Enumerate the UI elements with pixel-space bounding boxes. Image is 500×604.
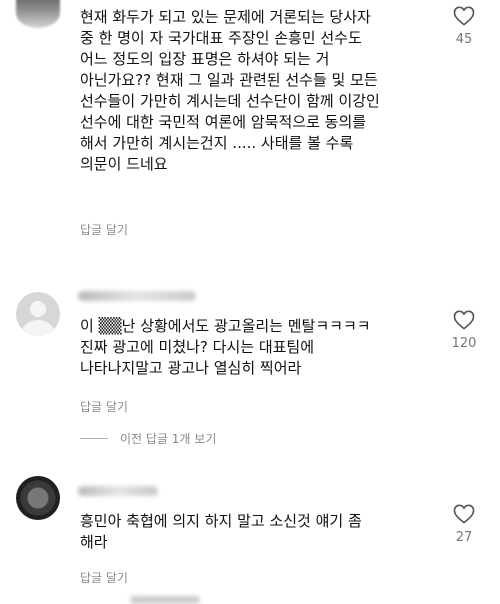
next-username-blurred bbox=[130, 596, 200, 604]
like-count: 27 bbox=[455, 530, 473, 545]
like-count: 45 bbox=[455, 32, 473, 47]
like-group: 120 bbox=[442, 310, 486, 351]
comment-text: 이 ▒▒난 상황에서도 광고올리는 멘탈ㅋㅋㅋㅋ 진짜 광고에 미쳤나? 다시는… bbox=[80, 317, 371, 377]
avatar-head-shape bbox=[30, 301, 46, 317]
reply-button[interactable]: 답글 달기 bbox=[80, 398, 128, 415]
reply-button[interactable]: 답글 달기 bbox=[80, 221, 128, 238]
heart-outline-icon[interactable] bbox=[453, 504, 475, 524]
like-group: 45 bbox=[442, 6, 486, 47]
view-previous-replies-button[interactable]: 이전 답글 1개 보기 bbox=[80, 430, 216, 446]
view-previous-replies-label: 이전 답글 1개 보기 bbox=[120, 431, 217, 446]
comment-text: 흥민아 축협에 의지 하지 말고 소신것 얘기 좀 해라 bbox=[80, 512, 362, 551]
avatar[interactable] bbox=[16, 0, 60, 28]
reply-button[interactable]: 답글 달기 bbox=[80, 569, 128, 586]
like-group: 27 bbox=[442, 504, 486, 545]
heart-outline-icon[interactable] bbox=[453, 310, 475, 330]
username-blurred[interactable] bbox=[78, 291, 196, 301]
comment-text: 현재 화두가 되고 있는 문제에 거론되는 당사자 중 한 명이 자 국가대표 … bbox=[80, 8, 380, 173]
avatar[interactable] bbox=[16, 476, 60, 520]
avatar[interactable] bbox=[16, 292, 60, 336]
like-count: 120 bbox=[451, 336, 477, 351]
username-blurred[interactable] bbox=[78, 486, 158, 496]
divider-line bbox=[80, 437, 108, 439]
heart-outline-icon[interactable] bbox=[453, 6, 475, 26]
avatar-shoulders-shape bbox=[22, 320, 54, 336]
